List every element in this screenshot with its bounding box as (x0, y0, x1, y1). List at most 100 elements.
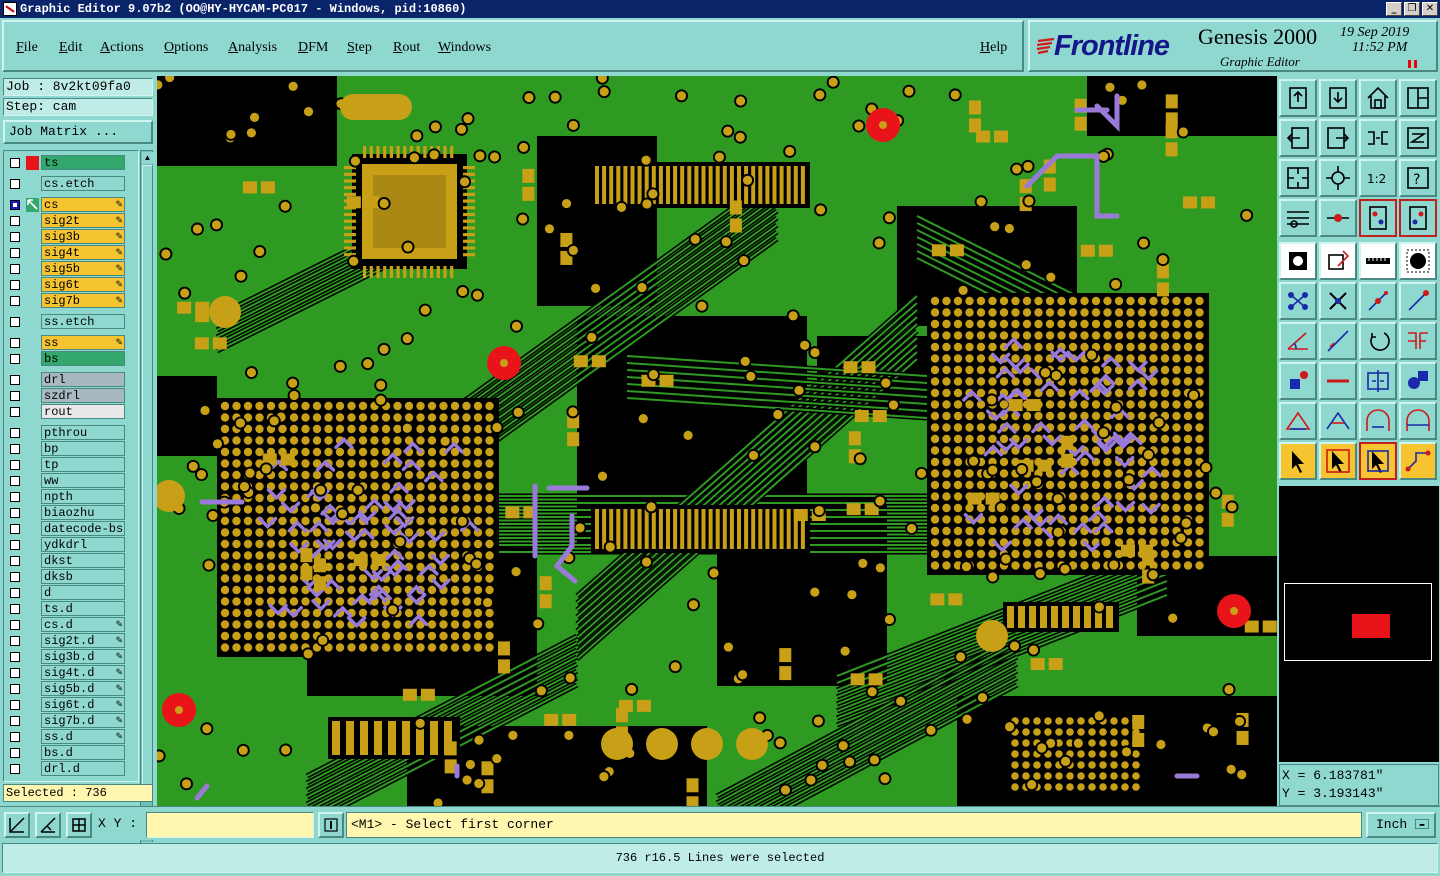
node-tool-button[interactable] (1359, 282, 1397, 320)
center-tool-button[interactable] (1319, 159, 1357, 197)
layer-checkbox[interactable] (10, 764, 20, 774)
layer-name[interactable]: npth (41, 489, 125, 504)
pan-right-tool-button[interactable] (1319, 119, 1357, 157)
layer-row-ww[interactable]: ww (6, 473, 126, 489)
layer-name[interactable]: cs.d (41, 617, 125, 632)
layer-row-ss-d[interactable]: ss.d ✎ (6, 729, 126, 745)
menu-help[interactable]: Help (980, 40, 1007, 56)
layer-name[interactable]: sig6t (41, 277, 125, 292)
abort-icon[interactable] (318, 812, 344, 838)
layer-row-sig2t-d[interactable]: sig2t.d ✎ (6, 633, 126, 649)
select-rect-tool-button[interactable] (1359, 442, 1397, 480)
layer-checkbox[interactable] (10, 317, 20, 327)
layer-name[interactable]: sig3b.d (41, 649, 125, 664)
split-tool-button[interactable] (1399, 322, 1437, 360)
layer-checkbox[interactable] (10, 540, 20, 550)
mirror-tool-button[interactable] (1359, 362, 1397, 400)
layer-row-tp[interactable]: tp (6, 457, 126, 473)
measure-tool-button[interactable] (1319, 199, 1357, 237)
layer-row-dkst[interactable]: dkst (6, 553, 126, 569)
layer-name[interactable]: ss (41, 335, 125, 350)
layer-checkbox[interactable] (10, 668, 20, 678)
layer-checkbox[interactable] (10, 604, 20, 614)
layer-row-npth[interactable]: npth (6, 489, 126, 505)
layer-name[interactable]: sig5b.d (41, 681, 125, 696)
layer-row-szdrl[interactable]: szdrl (6, 388, 126, 404)
layer-row-sig6t-d[interactable]: sig6t.d ✎ (6, 697, 126, 713)
layer-checkbox[interactable] (10, 492, 20, 502)
layer-checkbox[interactable] (10, 556, 20, 566)
layer-row-bp[interactable]: bp (6, 441, 126, 457)
menu-windows[interactable]: Windows (438, 40, 491, 56)
units-selector[interactable]: Inch ▬ (1366, 812, 1436, 838)
layer-checkbox[interactable] (10, 248, 20, 258)
layer-checkbox[interactable] (10, 508, 20, 518)
layer-checkbox[interactable] (10, 684, 20, 694)
cross-tool-button[interactable] (1319, 282, 1357, 320)
layer-name[interactable]: cs (41, 197, 125, 212)
pan-left-tool-button[interactable] (1279, 119, 1317, 157)
layer-name[interactable]: ts (41, 155, 125, 170)
menu-step[interactable]: Step (347, 40, 372, 56)
snap-tool-button[interactable] (1279, 199, 1317, 237)
triangle-a-tool-button[interactable] (1319, 402, 1357, 440)
minimize-button[interactable]: _ (1386, 2, 1402, 16)
units-dropdown-icon[interactable]: ▬ (1415, 819, 1429, 829)
layer-row-pthrou[interactable]: pthrou (6, 425, 126, 441)
layer-name[interactable]: szdrl (41, 388, 125, 403)
layer-checkbox[interactable] (10, 264, 20, 274)
layer-down-tool-button[interactable] (1399, 199, 1437, 237)
query-tool-button[interactable]: ? (1399, 159, 1437, 197)
layer-name[interactable]: pthrou (41, 425, 125, 440)
layer-checkbox[interactable] (10, 428, 20, 438)
display-tool-button[interactable] (1279, 242, 1317, 280)
layer-checkbox[interactable] (10, 158, 20, 168)
menu-rout[interactable]: Rout (393, 40, 420, 56)
layer-row-sig2t[interactable]: sig2t ✎ (6, 213, 126, 229)
maximize-button[interactable]: ❐ (1404, 2, 1420, 16)
angle-mode-icon[interactable] (35, 812, 61, 838)
layer-checkbox[interactable] (10, 407, 20, 417)
layer-name[interactable]: ts.d (41, 601, 125, 616)
redraw-tool-button[interactable] (1399, 119, 1437, 157)
layer-row-sig4t-d[interactable]: sig4t.d ✎ (6, 665, 126, 681)
pan-tool-button[interactable] (1399, 79, 1437, 117)
arc-tool-button[interactable] (1359, 322, 1397, 360)
scroll-thumb[interactable] (142, 165, 153, 785)
layer-row-ts[interactable]: ts (6, 155, 126, 171)
layer-row-bs-d[interactable]: bs.d (6, 745, 126, 761)
layer-checkbox[interactable] (10, 391, 20, 401)
layer-checkbox[interactable] (10, 748, 20, 758)
menu-analysis[interactable]: Analysis (228, 40, 277, 56)
layer-name[interactable]: sig5b (41, 261, 125, 276)
grid-mode-icon[interactable] (66, 812, 92, 838)
layer-name[interactable]: sig4t.d (41, 665, 125, 680)
close-button[interactable]: ✕ (1422, 2, 1438, 16)
select-tool-button[interactable] (1319, 442, 1357, 480)
graphics-canvas[interactable] (157, 76, 1277, 806)
pause-icon[interactable] (1408, 60, 1417, 68)
layer-name[interactable]: tp (41, 457, 125, 472)
layer-name[interactable]: dksb (41, 569, 125, 584)
layer-row-sig7b-d[interactable]: sig7b.d ✎ (6, 713, 126, 729)
end-tool-button[interactable] (1399, 282, 1437, 320)
layer-name[interactable]: dkst (41, 553, 125, 568)
layer-name[interactable]: sig2t (41, 213, 125, 228)
layer-checkbox[interactable] (10, 338, 20, 348)
ruler-tool-button[interactable] (1359, 242, 1397, 280)
layer-row-cs-etch[interactable]: cs.etch (6, 176, 126, 192)
layer-row-drl[interactable]: drl (6, 372, 126, 388)
layer-row-ss-etch[interactable]: ss.etch (6, 314, 126, 330)
job-matrix-button[interactable]: Job Matrix ... (3, 120, 153, 144)
menu-actions[interactable]: Actions (100, 40, 144, 56)
shape-tool-button[interactable] (1399, 362, 1437, 400)
arch-tool-button[interactable] (1359, 402, 1397, 440)
layer-checkbox[interactable] (10, 179, 20, 189)
triangle-tool-button[interactable] (1279, 402, 1317, 440)
layer-name[interactable]: drl.d (41, 761, 125, 776)
layer-name[interactable]: sig3b (41, 229, 125, 244)
layer-name[interactable]: ydkdrl (41, 537, 125, 552)
layer-checkbox[interactable] (10, 700, 20, 710)
pcb-board-view[interactable] (157, 76, 1277, 806)
layer-checkbox[interactable] (10, 232, 20, 242)
